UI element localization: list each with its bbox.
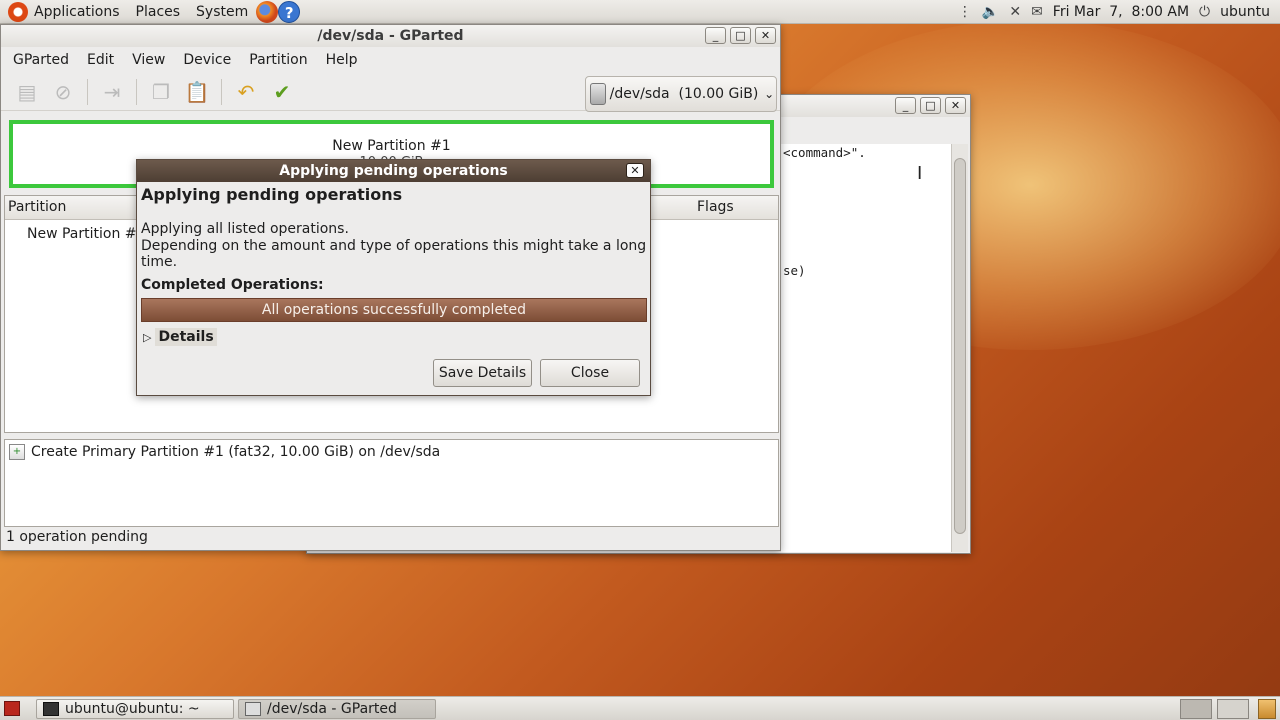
terminal-icon <box>43 702 59 716</box>
apply-icon[interactable]: ✔ <box>266 77 298 107</box>
completed-operations-label: Completed Operations: <box>141 277 324 293</box>
list-item[interactable]: + Create Primary Partition #1 (fat32, 10… <box>9 444 440 460</box>
column-partition[interactable]: Partition <box>8 199 66 215</box>
taskbar-item-label: /dev/sda - GParted <box>267 701 397 717</box>
places-menu[interactable]: Places <box>128 0 189 24</box>
table-row[interactable]: New Partition #1 <box>27 226 145 242</box>
minimize-button[interactable]: _ <box>705 27 726 44</box>
taskbar-item-terminal[interactable]: ubuntu@ubuntu: ~ <box>36 699 234 719</box>
workspace-2[interactable] <box>1217 699 1249 719</box>
terminal-line: <command>". <box>783 145 866 160</box>
gparted-title: /dev/sda - GParted <box>317 28 464 44</box>
close-button[interactable]: ✕ <box>755 27 776 44</box>
system-menu[interactable]: System <box>188 0 256 24</box>
operation-text: Create Primary Partition #1 (fat32, 10.0… <box>31 444 441 460</box>
clock[interactable]: Fri Mar 7, 8:00 AM <box>1053 4 1189 20</box>
applications-menu[interactable]: Applications <box>0 0 128 24</box>
status-bar: 1 operation pending <box>6 529 148 545</box>
firefox-icon[interactable] <box>256 0 279 23</box>
details-label: Details <box>155 328 217 346</box>
gparted-menubar: GParted Edit View Device Partition Help <box>1 47 780 73</box>
gparted-window-buttons: _ □ ✕ <box>705 27 776 44</box>
ubuntu-logo-icon <box>8 1 28 22</box>
help-icon[interactable]: ? <box>278 0 301 23</box>
expander-triangle-icon: ▷ <box>143 330 152 344</box>
partition-visual-label: New Partition #1 <box>332 138 451 154</box>
minimize-button[interactable]: _ <box>895 97 916 114</box>
terminal-content[interactable]: <command>". se) <box>781 144 952 552</box>
paste-icon[interactable]: 📋 <box>181 77 213 107</box>
save-details-button[interactable]: Save Details <box>433 359 532 387</box>
dialog-title: Applying pending operations <box>279 163 508 179</box>
harddisk-icon <box>590 83 606 105</box>
dialog-titlebar[interactable]: Applying pending operations ✕ <box>137 160 650 182</box>
taskbar-item-label: ubuntu@ubuntu: ~ <box>65 701 200 717</box>
menu-edit[interactable]: Edit <box>75 47 120 73</box>
terminal-scrollbar[interactable] <box>951 144 968 552</box>
column-flags[interactable]: Flags <box>697 199 734 215</box>
dialog-text: Depending on the amount and type of oper… <box>141 238 647 270</box>
gparted-titlebar[interactable]: /dev/sda - GParted _ □ ✕ <box>1 25 780 47</box>
network-icon[interactable]: ✕ <box>1009 4 1021 20</box>
menu-view[interactable]: View <box>120 47 171 73</box>
close-button[interactable]: ✕ <box>945 97 966 114</box>
applying-operations-dialog[interactable]: Applying pending operations ✕ Applying p… <box>136 159 651 396</box>
progress-bar: All operations successfully completed <box>141 298 647 322</box>
volume-icon[interactable]: 🔈 <box>982 4 999 20</box>
details-expander[interactable]: ▷ Details <box>143 328 217 346</box>
toolbar-separator <box>221 78 222 105</box>
show-desktop-icon[interactable] <box>4 701 20 716</box>
bottom-panel: ubuntu@ubuntu: ~ /dev/sda - GParted <box>0 696 1280 720</box>
resize-move-icon[interactable]: ⇥ <box>96 77 128 107</box>
harddisk-icon <box>245 702 261 716</box>
system-tray: ⋮ 🔈 ✕ ✉ Fri Mar 7, 8:00 AM ⏻ ubuntu <box>958 4 1280 20</box>
new-partition-icon: + <box>9 444 25 460</box>
device-selector-label: /dev/sda (10.00 GiB) <box>609 86 759 102</box>
mail-icon[interactable]: ✉ <box>1031 4 1043 20</box>
top-panel: Applications Places System ? ⋮ 🔈 ✕ ✉ Fri… <box>0 0 1280 24</box>
dialog-close-icon[interactable]: ✕ <box>626 163 644 178</box>
dialog-text: Applying all listed operations. <box>141 221 349 237</box>
maximize-button[interactable]: □ <box>920 97 941 114</box>
system-menu-label: System <box>196 3 249 20</box>
chevron-down-icon: ⌄ <box>764 87 775 101</box>
applications-menu-label: Applications <box>34 3 120 20</box>
device-selector[interactable]: /dev/sda (10.00 GiB) ⌄ <box>585 76 777 112</box>
dialog-heading: Applying pending operations <box>141 185 403 204</box>
workspace-1[interactable] <box>1180 699 1212 719</box>
scrollbar-thumb[interactable] <box>954 158 966 534</box>
power-icon[interactable]: ⏻ <box>1199 4 1210 20</box>
menu-partition[interactable]: Partition <box>237 47 313 73</box>
delete-icon[interactable]: ⊘ <box>47 77 79 107</box>
close-button[interactable]: Close <box>540 359 640 387</box>
text-cursor-icon: I <box>917 163 923 184</box>
undo-icon[interactable]: ↶ <box>230 77 262 107</box>
maximize-button[interactable]: □ <box>730 27 751 44</box>
terminal-window-buttons: _ □ ✕ <box>895 97 966 114</box>
new-partition-icon[interactable]: ▤ <box>11 77 43 107</box>
toolbar-separator <box>87 78 88 105</box>
places-menu-label: Places <box>135 3 181 20</box>
menu-gparted[interactable]: GParted <box>1 47 75 73</box>
taskbar-item-gparted[interactable]: /dev/sda - GParted <box>238 699 436 719</box>
user-name[interactable]: ubuntu <box>1220 4 1270 20</box>
trash-icon[interactable] <box>1258 699 1276 719</box>
copy-icon[interactable]: ❐ <box>145 77 177 107</box>
terminal-line: se) <box>783 263 806 278</box>
menu-help[interactable]: Help <box>314 47 364 73</box>
handle-icon: ⋮ <box>957 3 972 20</box>
menu-device[interactable]: Device <box>171 47 237 73</box>
operations-list[interactable]: + Create Primary Partition #1 (fat32, 10… <box>4 439 779 527</box>
toolbar-separator <box>136 78 137 105</box>
